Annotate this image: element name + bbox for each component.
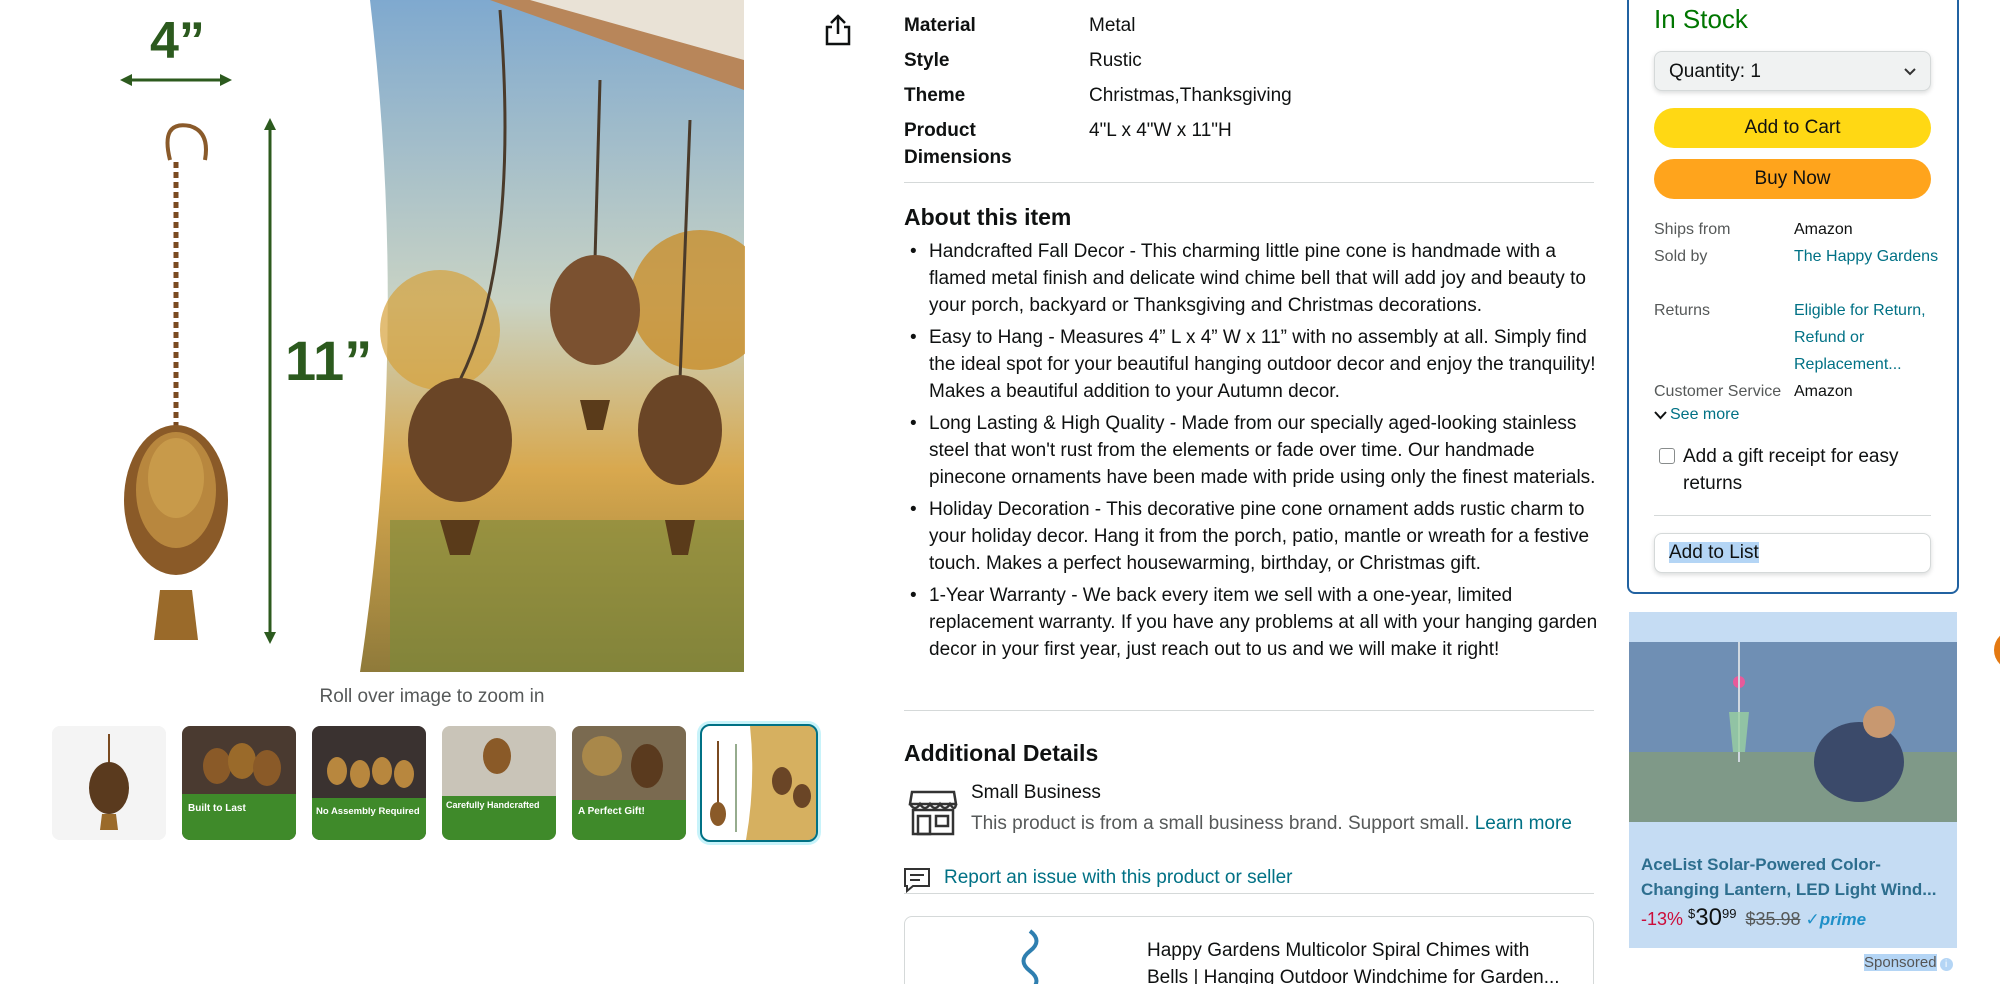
about-bullet: Handcrafted Fall Decor - This charming l…: [904, 238, 1598, 319]
small-business-title: Small Business: [971, 782, 1101, 803]
returns-label: Returns: [1654, 302, 1711, 319]
about-bullet: Easy to Hang - Measures 4” L x 4” W x 11…: [904, 324, 1598, 405]
customer-service-label: Customer Service: [1654, 383, 1782, 400]
thumbnail-4-caption: Carefully Handcrafted: [446, 800, 540, 810]
divider: [904, 893, 1594, 894]
thumbnail-5[interactable]: A Perfect Gift!: [572, 726, 686, 840]
info-icon[interactable]: i: [1939, 958, 1953, 971]
floating-badge[interactable]: [1994, 630, 2000, 670]
chevron-down-icon: [1654, 411, 1667, 420]
report-icon: [903, 867, 931, 894]
sold-by-label: Sold by: [1654, 248, 1708, 265]
spec-key: Material: [904, 15, 976, 36]
additional-details-title: Additional Details: [904, 740, 1099, 766]
add-to-list-label: Add to List: [1669, 542, 1759, 563]
add-to-cart-button[interactable]: Add to Cart: [1654, 108, 1931, 148]
quantity-select[interactable]: Quantity: 1: [1654, 51, 1931, 91]
related-product-image: [1015, 929, 1045, 984]
small-business-description: This product is from a small business br…: [971, 813, 1470, 834]
thumbnail-1[interactable]: [52, 726, 166, 840]
spec-key: Theme: [904, 85, 966, 106]
ad-discount: -13%: [1641, 909, 1684, 929]
spec-key: Style: [904, 50, 950, 71]
seller-link[interactable]: The Happy Gardens: [1794, 243, 1944, 270]
ad-price: -13% $3099 $35.98 ✓prime: [1641, 904, 1867, 931]
gift-receipt-label[interactable]: Add a gift receipt for easy returns: [1683, 443, 1933, 497]
ad-price-dollars: 30: [1695, 904, 1722, 931]
ships-from-value: Amazon: [1794, 221, 1853, 238]
thumbnail-5-caption: A Perfect Gift!: [578, 806, 645, 817]
about-title: About this item: [904, 204, 1072, 230]
ad-image: [1629, 642, 1957, 822]
returns-link[interactable]: Eligible for Return, Refund or Replaceme…: [1794, 297, 1944, 378]
gift-receipt-checkbox[interactable]: [1659, 448, 1675, 464]
thumbnail-6-selected[interactable]: [700, 724, 818, 842]
thumbnail-3[interactable]: No Assembly Required: [312, 726, 426, 840]
small-business-text: This product is from a small business br…: [971, 813, 1572, 835]
spec-value: Metal: [1089, 15, 1136, 36]
see-more-label: See more: [1670, 406, 1740, 423]
divider: [904, 182, 1594, 183]
thumbnail-3-caption: No Assembly Required: [316, 806, 420, 817]
zoom-hint: Roll over image to zoom in: [319, 686, 545, 707]
quantity-value: 1: [1750, 61, 1761, 82]
thumbnail-4[interactable]: Carefully Handcrafted: [442, 726, 556, 840]
divider: [1654, 515, 1931, 516]
sponsored-ad[interactable]: AceList Solar-Powered Color-Changing Lan…: [1629, 612, 1957, 948]
learn-more-link[interactable]: Learn more: [1475, 813, 1572, 834]
ships-from-label: Ships from: [1654, 221, 1731, 238]
related-product-title: Happy Gardens Multicolor Spiral Chimes w…: [1147, 940, 1560, 984]
spec-value: 4"L x 4"W x 11"H: [1089, 120, 1232, 141]
ad-title: AceList Solar-Powered Color-Changing Lan…: [1641, 855, 1937, 899]
thumbnail-2-caption: Built to Last: [188, 803, 246, 814]
see-more-link[interactable]: See more: [1654, 406, 1739, 424]
quantity-label: Quantity:: [1669, 61, 1746, 82]
sponsored-label: Sponsored i: [1864, 954, 1953, 971]
ad-price-cents: 99: [1721, 906, 1737, 921]
spec-value: Rustic: [1089, 50, 1142, 71]
share-icon[interactable]: [822, 12, 854, 48]
ad-was-price: $35.98: [1745, 909, 1801, 929]
customer-service-value: Amazon: [1794, 383, 1853, 400]
report-issue-link[interactable]: Report an issue with this product or sel…: [944, 867, 1293, 889]
related-product-card[interactable]: Happy Gardens Multicolor Spiral Chimes w…: [904, 916, 1594, 984]
divider: [904, 710, 1594, 711]
about-bullet: 1-Year Warranty - We back every item we …: [904, 582, 1598, 663]
stock-status: In Stock: [1654, 4, 1748, 34]
main-product-image[interactable]: 4” 11”: [60, 0, 745, 672]
add-to-list-button[interactable]: Add to List: [1654, 533, 1931, 573]
about-bullet: Holiday Decoration - This decorative pin…: [904, 496, 1598, 577]
width-label: 4”: [150, 12, 205, 70]
buy-now-button[interactable]: Buy Now: [1654, 159, 1931, 199]
chevron-down-icon: [1902, 64, 1918, 80]
about-bullets: Handcrafted Fall Decor - This charming l…: [904, 238, 1598, 668]
prime-badge: ✓prime: [1805, 910, 1867, 929]
about-bullet: Long Lasting & High Quality - Made from …: [904, 410, 1598, 491]
thumbnail-2[interactable]: Built to Last: [182, 726, 296, 840]
height-label: 11”: [285, 329, 372, 392]
spec-value: Christmas,Thanksgiving: [1089, 85, 1292, 106]
spec-key: Product Dimensions: [904, 120, 1012, 168]
storefront-icon: [908, 788, 958, 836]
